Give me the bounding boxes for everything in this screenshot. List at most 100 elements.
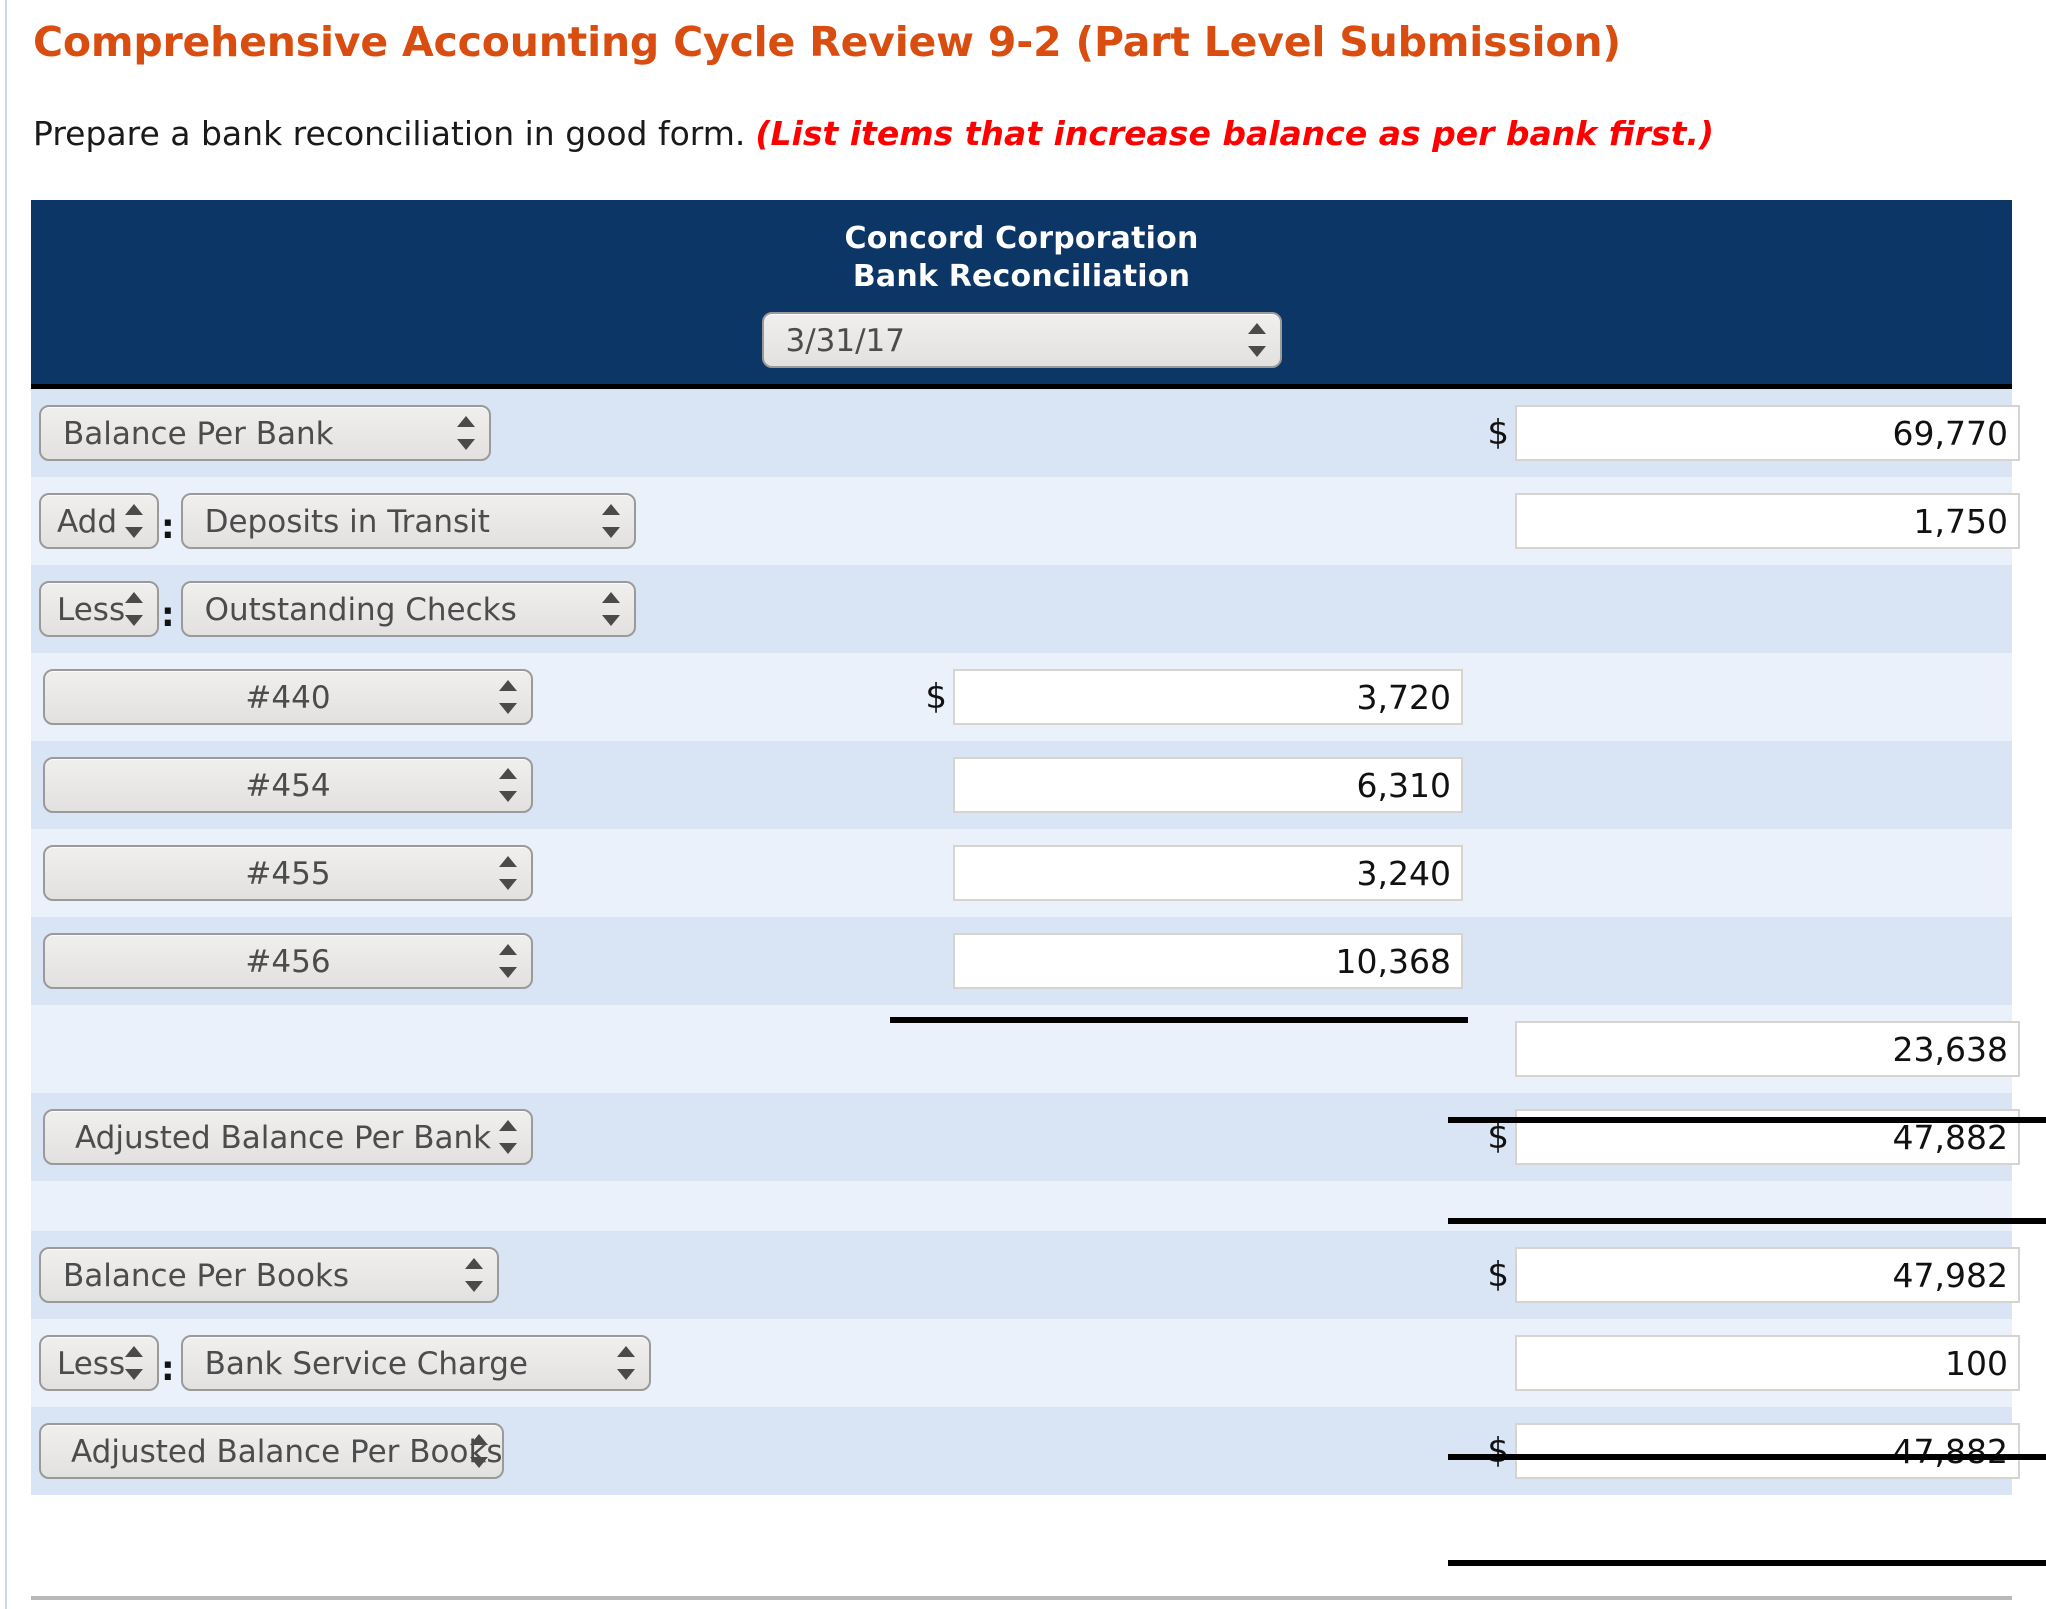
page-root: Comprehensive Accounting Cycle Review 9-… bbox=[0, 0, 2046, 1609]
spacer-cell bbox=[1473, 1005, 1515, 1093]
statement-header-row: Concord Corporation Bank Reconciliation … bbox=[31, 200, 2012, 389]
bank-service-charge-amount-cell: 100 bbox=[1515, 1319, 2020, 1407]
up-down-stepper-icon bbox=[499, 1117, 517, 1157]
check-440-dollar-cell: $ bbox=[911, 653, 953, 741]
balance-per-bank-select[interactable]: Balance Per Bank bbox=[39, 405, 491, 461]
adjusted-balance-per-books-dollar-cell: $ bbox=[1473, 1407, 1515, 1495]
up-down-stepper-icon bbox=[616, 1343, 635, 1383]
bank-service-charge-label: Bank Service Charge bbox=[204, 1346, 528, 1382]
spacer-cell bbox=[1515, 741, 2012, 829]
outstanding-checks-operator: Less bbox=[57, 592, 126, 628]
spacer-cell bbox=[911, 1231, 953, 1319]
spacer-cell bbox=[1473, 477, 1515, 565]
spacer-cell bbox=[1473, 741, 1515, 829]
spacer-cell bbox=[911, 477, 953, 565]
row-balance-per-bank: Balance Per Bank $ 69,770 bbox=[31, 386, 2020, 477]
check-454-amount-input[interactable]: 6,310 bbox=[953, 757, 1463, 813]
instruction-main: Prepare a bank reconciliation in good fo… bbox=[33, 114, 746, 153]
spacer-cell bbox=[1473, 1319, 1515, 1407]
check-456-select[interactable]: #456 bbox=[43, 933, 533, 989]
table-row: #454 6,310 bbox=[31, 741, 2012, 829]
spacer-cell bbox=[953, 1231, 1473, 1319]
balance-per-books-dollar-cell: $ bbox=[1473, 1231, 1515, 1319]
report-name: Bank Reconciliation bbox=[852, 259, 1191, 294]
spacer-cell bbox=[911, 1407, 953, 1495]
left-edge-rule bbox=[5, 0, 7, 1609]
bank-service-charge-select[interactable]: Bank Service Charge bbox=[180, 1335, 651, 1391]
balance-per-books-amount-cell: 47,982 bbox=[1515, 1231, 2020, 1319]
spacer-cell bbox=[911, 565, 953, 653]
statement-date-select[interactable]: 3/31/17 bbox=[761, 312, 1282, 368]
balance-per-bank-dollar-cell: $ bbox=[1473, 386, 1515, 477]
outstanding-checks-operator-select[interactable]: Less bbox=[39, 581, 159, 637]
spacer-cell bbox=[953, 1319, 1473, 1407]
spacer-cell bbox=[1515, 653, 2012, 741]
bottom-divider bbox=[31, 1596, 2012, 1600]
spacer-cell bbox=[1473, 917, 1515, 1005]
balance-per-books-select[interactable]: Balance Per Books bbox=[39, 1247, 499, 1303]
check-456-amount-input[interactable]: 10,368 bbox=[953, 933, 1463, 989]
outstanding-checks-label-cell: Less : Outstanding Checks bbox=[31, 565, 911, 653]
outstanding-checks-select[interactable]: Outstanding Checks bbox=[180, 581, 636, 637]
dollar-sign: $ bbox=[1487, 1431, 1509, 1471]
up-down-stepper-icon bbox=[125, 589, 143, 629]
check-456-label-cell: #456 bbox=[31, 917, 911, 1005]
spacer-cell bbox=[1473, 653, 1515, 741]
spacer-cell bbox=[911, 1093, 953, 1181]
check-455-label-cell: #455 bbox=[31, 829, 911, 917]
adjusted-balance-per-bank-label: Adjusted Balance Per Bank bbox=[75, 1120, 492, 1156]
deposits-in-transit-label-cell: Add : Deposits in Transit bbox=[31, 477, 911, 565]
check-456-amount-cell: 10,368 bbox=[953, 917, 1473, 1005]
row-adjusted-balance-per-bank: Adjusted Balance Per Bank $ 47,882 bbox=[31, 1093, 2020, 1181]
adjusted-bank-rule bbox=[1448, 1218, 2046, 1224]
dollar-sign: $ bbox=[925, 677, 947, 717]
check-454-select[interactable]: #454 bbox=[43, 757, 533, 813]
adjusted-balance-per-bank-label-cell: Adjusted Balance Per Bank bbox=[31, 1093, 911, 1181]
check-440-amount-input[interactable]: 3,720 bbox=[953, 669, 1463, 725]
check-440-label-cell: #440 bbox=[31, 653, 911, 741]
bank-service-charge-operator: Less bbox=[57, 1346, 126, 1382]
statement-header-cell: Concord Corporation Bank Reconciliation … bbox=[31, 200, 2012, 389]
bank-service-charge-operator-select[interactable]: Less bbox=[39, 1335, 159, 1391]
outstanding-checks-label: Outstanding Checks bbox=[204, 592, 517, 628]
table-row: #440 $ 3,720 bbox=[31, 653, 2012, 741]
spacer-cell bbox=[911, 386, 953, 477]
up-down-stepper-icon bbox=[601, 501, 620, 541]
bank-service-charge-label-cell: Less : Bank Service Charge bbox=[31, 1319, 911, 1407]
spacer-cell bbox=[911, 829, 953, 917]
up-down-stepper-icon bbox=[499, 677, 517, 717]
spacer-cell bbox=[911, 1319, 953, 1407]
check-455-label: #455 bbox=[245, 856, 331, 892]
spacer-cell bbox=[953, 565, 1473, 653]
spacer-cell bbox=[1473, 829, 1515, 917]
deposits-in-transit-amount-input[interactable]: 1,750 bbox=[1515, 493, 2020, 549]
table-row: #455 3,240 bbox=[31, 829, 2012, 917]
instruction-hint: (List items that increase balance as per… bbox=[755, 114, 1714, 153]
deposits-in-transit-operator-select[interactable]: Add bbox=[39, 493, 159, 549]
spacer-cell bbox=[1515, 565, 2012, 653]
check-455-select[interactable]: #455 bbox=[43, 845, 533, 901]
adjusted-balance-per-bank-select[interactable]: Adjusted Balance Per Bank bbox=[43, 1109, 533, 1165]
adjusted-balance-per-books-amount-cell: 47,882 bbox=[1515, 1407, 2020, 1495]
check-440-select[interactable]: #440 bbox=[43, 669, 533, 725]
balance-per-books-amount-input[interactable]: 47,982 bbox=[1515, 1247, 2020, 1303]
bank-service-charge-amount-input[interactable]: 100 bbox=[1515, 1335, 2020, 1391]
checks-subtotal-rule bbox=[890, 1017, 1468, 1023]
up-down-stepper-icon bbox=[1247, 320, 1266, 360]
spacer-cell bbox=[911, 917, 953, 1005]
check-440-label: #440 bbox=[245, 680, 331, 716]
checks-total-amount-input[interactable]: 23,638 bbox=[1515, 1021, 2020, 1077]
adjusted-balance-per-books-amount-input[interactable]: 47,882 bbox=[1515, 1423, 2020, 1479]
balance-per-bank-amount-cell: 69,770 bbox=[1515, 386, 2020, 477]
deposits-in-transit-label: Deposits in Transit bbox=[204, 504, 490, 540]
spacer-cell bbox=[953, 1181, 1473, 1231]
balance-per-books-label-cell: Balance Per Books bbox=[31, 1231, 911, 1319]
check-454-amount-cell: 6,310 bbox=[953, 741, 1473, 829]
balance-per-bank-amount-input[interactable]: 69,770 bbox=[1515, 405, 2020, 461]
check-455-amount-input[interactable]: 3,240 bbox=[953, 845, 1463, 901]
deposits-in-transit-select[interactable]: Deposits in Transit bbox=[180, 493, 636, 549]
dollar-sign: $ bbox=[1487, 1117, 1509, 1157]
adjusted-balance-per-books-select[interactable]: Adjusted Balance Per Books bbox=[39, 1423, 504, 1479]
up-down-stepper-icon bbox=[601, 589, 620, 629]
bank-reconciliation-table: Concord Corporation Bank Reconciliation … bbox=[31, 200, 2020, 1495]
